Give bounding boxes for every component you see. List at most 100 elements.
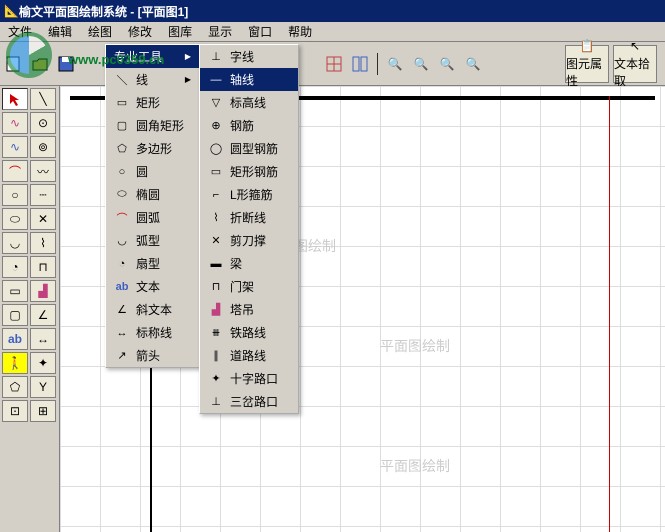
zoom-out-button[interactable]: 🔍 [409, 52, 433, 76]
dd-fan[interactable]: ◔扇型 [106, 252, 199, 275]
main-toolbar: 🔍 🔍 🔍 🔍 📋 图元属性 ↖ 文本拾取 [0, 42, 665, 86]
tool-wave[interactable]: 〰 [30, 160, 56, 182]
polygon-icon: ⬠ [114, 141, 130, 157]
menu-window[interactable]: 窗口 [240, 21, 280, 42]
arrow-icon: ↗ [114, 348, 130, 364]
element-props-button[interactable]: 📋 图元属性 [565, 45, 609, 83]
dd-text[interactable]: ab文本 [106, 275, 199, 298]
crossroad-icon: ✦ [208, 371, 224, 387]
rectrebar-icon: ▭ [208, 164, 224, 180]
save-button[interactable] [54, 52, 78, 76]
tool-curve[interactable]: ∿ [2, 136, 28, 158]
dd-arrow[interactable]: ↗箭头 [106, 344, 199, 367]
menu-file[interactable]: 文件 [0, 21, 40, 42]
dd-railway[interactable]: ⧻铁路线 [200, 321, 298, 344]
dd-rect[interactable]: ▭矩形 [106, 91, 199, 114]
tool-polyline[interactable]: ∿ [2, 112, 28, 134]
rebar-icon: ⊕ [208, 118, 224, 134]
roundrect-icon: ▢ [114, 118, 130, 134]
dropdown-level1: 专业工具 ＼线 ▭矩形 ▢圆角矩形 ⬠多边形 ○圆 ⬭椭圆 ⌒圆弧 ◡弧型 ◔扇… [105, 44, 200, 368]
dd-roundrect[interactable]: ▢圆角矩形 [106, 114, 199, 137]
tool-dim[interactable]: ↔ [30, 328, 56, 350]
dd-circle[interactable]: ○圆 [106, 160, 199, 183]
tool-text[interactable]: ab [2, 328, 28, 350]
props-icon: 📋 [580, 39, 595, 53]
axisline-icon: — [208, 72, 224, 88]
text-pick-button[interactable]: ↖ 文本拾取 [613, 45, 657, 83]
tool-axis[interactable]: ⊙ [30, 112, 56, 134]
dd-elevline[interactable]: ▽标高线 [200, 91, 298, 114]
dd-gate[interactable]: ⊓门架 [200, 275, 298, 298]
dd-dimline[interactable]: ↔标称线 [106, 321, 199, 344]
canvas-rline [609, 96, 610, 532]
open-button[interactable] [28, 52, 52, 76]
tool-roundrect[interactable]: ▢ [2, 304, 28, 326]
road-icon: ∥ [208, 348, 224, 364]
charline-icon: ⊥ [208, 49, 224, 65]
elevline-icon: ▽ [208, 95, 224, 111]
dd-rectrebar[interactable]: ▭矩形钢筋 [200, 160, 298, 183]
tool-line[interactable]: ╲ [30, 88, 56, 110]
tool-person[interactable]: 🚶 [2, 352, 28, 374]
split-button[interactable] [348, 52, 372, 76]
dd-scissor[interactable]: ✕剪刀撑 [200, 229, 298, 252]
menu-help[interactable]: 帮助 [280, 21, 320, 42]
tool-branch[interactable]: Y [30, 376, 56, 398]
tool-gate[interactable]: ⊓ [30, 256, 56, 278]
new-button[interactable] [2, 52, 26, 76]
tool-fan[interactable]: ◔ [2, 256, 28, 278]
dd-pro-tools[interactable]: 专业工具 [106, 45, 199, 68]
dd-arc[interactable]: ⌒圆弧 [106, 206, 199, 229]
dd-tjunction[interactable]: ⊥三岔路口 [200, 390, 298, 413]
dd-roundrebar[interactable]: ◯圆型钢筋 [200, 137, 298, 160]
tool-cross[interactable]: ✕ [30, 208, 56, 230]
zoom-fit-button[interactable]: 🔍 [435, 52, 459, 76]
dd-road[interactable]: ∥道路线 [200, 344, 298, 367]
dd-arctype[interactable]: ◡弧型 [106, 229, 199, 252]
tool-zigzag[interactable]: ⌇ [30, 232, 56, 254]
dd-rebar[interactable]: ⊕钢筋 [200, 114, 298, 137]
tjunction-icon: ⊥ [208, 394, 224, 410]
tool-arc[interactable]: ⌒ [2, 160, 28, 182]
grid-button[interactable] [322, 52, 346, 76]
dd-ellipse[interactable]: ⬭椭圆 [106, 183, 199, 206]
zoom-region-button[interactable]: 🔍 [461, 52, 485, 76]
tool-rect[interactable]: ▭ [2, 280, 28, 302]
tool-crane[interactable]: ▟ [30, 280, 56, 302]
tool-star[interactable]: ✦ [30, 352, 56, 374]
dd-crossroad[interactable]: ✦十字路口 [200, 367, 298, 390]
dd-crane[interactable]: ▟塔吊 [200, 298, 298, 321]
dd-obliquetext[interactable]: ∠斜文本 [106, 298, 199, 321]
tool-ellipse[interactable]: ⬭ [2, 208, 28, 230]
tool-poly[interactable]: ⬠ [2, 376, 28, 398]
tool-halfcircle[interactable]: ◡ [2, 232, 28, 254]
menubar: 文件 编辑 绘图 修改 图库 显示 窗口 帮助 [0, 22, 665, 42]
dd-beam[interactable]: ▬梁 [200, 252, 298, 275]
tool-misc1[interactable]: ⊡ [2, 400, 28, 422]
pointer-icon: ↖ [630, 39, 640, 53]
breakline-icon: ⌇ [208, 210, 224, 226]
separator [377, 53, 378, 75]
dd-axisline[interactable]: —轴线 [200, 68, 298, 91]
dd-line[interactable]: ＼线 [106, 68, 199, 91]
tool-pointer[interactable] [2, 88, 28, 110]
menu-edit[interactable]: 编辑 [40, 21, 80, 42]
tool-misc2[interactable]: ⊞ [30, 400, 56, 422]
tool-angle[interactable]: ∠ [30, 304, 56, 326]
left-toolbox: ╲ ∿ ⊙ ∿ ⊚ ⌒ 〰 ○ ┄ ⬭ ✕ ◡ ⌇ ◔ ⊓ ▭ ▟ ▢ ∠ ab… [0, 86, 60, 532]
menu-library[interactable]: 图库 [160, 21, 200, 42]
menu-draw[interactable]: 绘图 [80, 21, 120, 42]
dd-charline[interactable]: ⊥字线 [200, 45, 298, 68]
dimline-icon: ↔ [114, 325, 130, 341]
watermark-2: 平面图绘制 [380, 336, 450, 356]
tool-dashed[interactable]: ┄ [30, 184, 56, 206]
tool-spiral[interactable]: ⊚ [30, 136, 56, 158]
dd-breakline[interactable]: ⌇折断线 [200, 206, 298, 229]
menu-modify[interactable]: 修改 [120, 21, 160, 42]
tool-circle[interactable]: ○ [2, 184, 28, 206]
lstirrup-icon: ⌐ [208, 187, 224, 203]
dd-lstirrup[interactable]: ⌐L形箍筋 [200, 183, 298, 206]
menu-view[interactable]: 显示 [200, 21, 240, 42]
zoom-in-button[interactable]: 🔍 [383, 52, 407, 76]
dd-polygon[interactable]: ⬠多边形 [106, 137, 199, 160]
